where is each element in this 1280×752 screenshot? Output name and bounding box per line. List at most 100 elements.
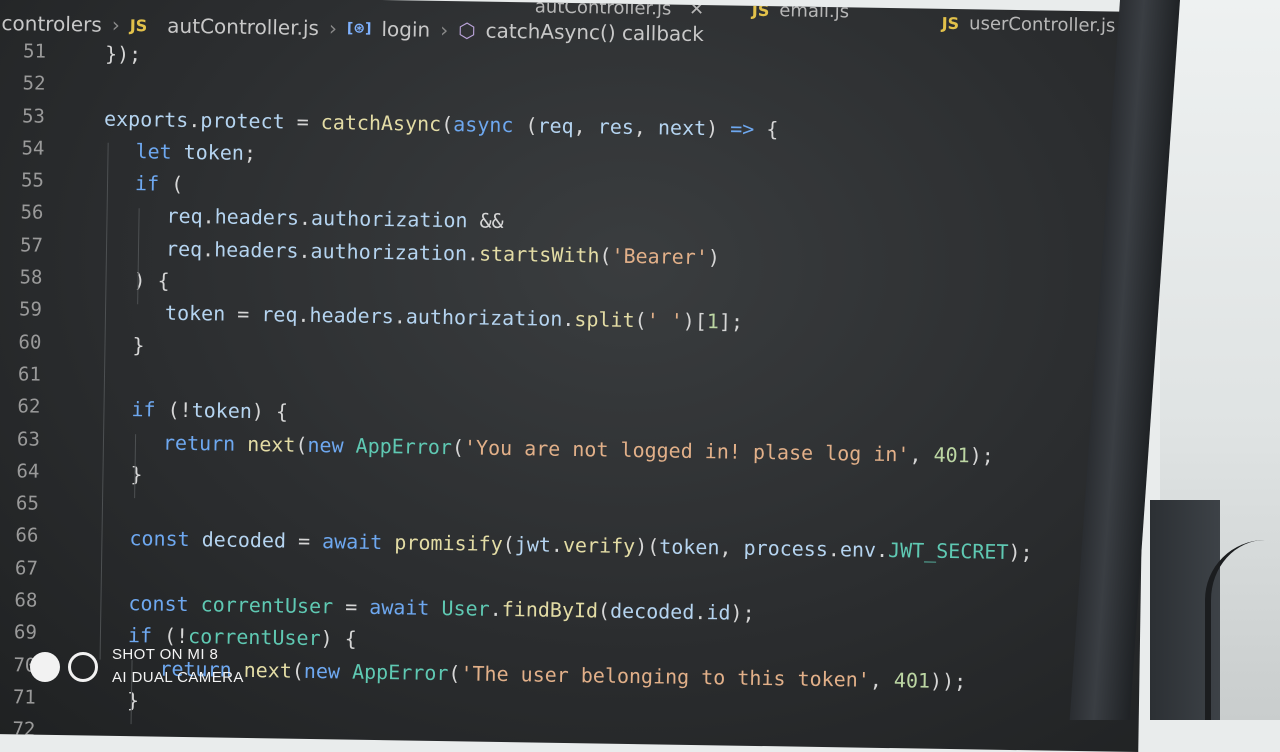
code-token: headers	[214, 237, 299, 263]
line-code: if (	[135, 171, 184, 196]
editor-screen: autController.js ✕ JS email.js JS userCont…	[0, 0, 1150, 752]
code-token: .	[202, 204, 215, 229]
code-token: AppError	[351, 659, 449, 685]
code-token: token	[183, 139, 245, 165]
code-token: User	[441, 596, 490, 621]
line-number: 53	[21, 104, 46, 128]
code-token: (!	[151, 623, 189, 649]
code-token: promisify	[394, 530, 503, 557]
code-token: ) {	[251, 399, 289, 424]
code-token: {	[754, 116, 779, 141]
watermark-line2: AI DUAL CAMERA	[112, 669, 244, 686]
code-token: )	[705, 115, 731, 141]
js-file-icon: JS	[751, 0, 770, 21]
code-token: headers	[309, 303, 394, 329]
code-token: jwt	[514, 532, 552, 558]
code-token: .	[393, 304, 407, 329]
js-file-icon: JS	[941, 13, 960, 34]
line-number: 68	[14, 589, 38, 612]
code-token: }	[126, 688, 140, 713]
code-token: return	[162, 430, 236, 456]
code-token: );	[1008, 540, 1033, 565]
code-token: next	[657, 114, 707, 140]
code-token: );	[969, 442, 994, 468]
code-token: if	[127, 623, 153, 648]
code-token: id	[706, 600, 731, 625]
chevron-right-icon: ›	[328, 16, 338, 41]
code-token: .	[201, 236, 215, 262]
code-token: ,	[573, 113, 598, 138]
code-token: findById	[501, 597, 599, 623]
code-token: token	[659, 534, 720, 560]
code-token: ));	[929, 668, 967, 693]
code-token: env	[839, 537, 877, 563]
code-token: .	[827, 537, 841, 562]
code-token: exports	[103, 106, 189, 132]
code-token: (	[513, 112, 538, 138]
code-token: 'The user belonging to this token'	[460, 660, 870, 692]
code-token: res	[597, 114, 635, 139]
code-token: .	[694, 600, 707, 625]
code-token: headers	[214, 204, 300, 231]
tab-email[interactable]: JS email.js	[752, 0, 850, 22]
code-token: decoded	[201, 527, 287, 554]
line-number: 57	[19, 234, 44, 257]
tab-usercontroller[interactable]: JS userController.js	[941, 13, 1116, 36]
code-token: (	[597, 598, 611, 623]
code-token: authorization	[405, 304, 563, 332]
breadcrumb-callback[interactable]: catchAsync() callback	[485, 19, 704, 46]
code-token: )[	[682, 309, 708, 334]
code-token: 401	[933, 442, 970, 467]
line-number: 69	[13, 621, 38, 645]
variable-icon: [⊛]	[346, 20, 372, 37]
code-token: protect	[200, 107, 285, 134]
code-token: .	[562, 307, 575, 332]
code-token: token	[164, 301, 226, 326]
code-token: async	[453, 111, 514, 137]
code-token: await	[369, 594, 430, 620]
code-token: (	[634, 308, 647, 333]
code-token: await	[321, 529, 383, 555]
code-token: ;	[243, 140, 257, 165]
code-token: verify	[562, 533, 636, 559]
code-token: 'Bearer'	[611, 243, 709, 269]
code-token: const	[129, 526, 190, 552]
code-token: .	[297, 303, 310, 328]
watermark-dot-icon	[30, 652, 60, 682]
breadcrumb-file[interactable]: autController.js	[167, 14, 319, 40]
code-token: decoded	[609, 598, 695, 625]
method-cube-icon: ⬡	[457, 18, 476, 43]
line-number: 71	[12, 686, 37, 709]
code-token: &&	[467, 208, 504, 234]
code-token: ' '	[646, 308, 683, 334]
code-token: startsWith	[478, 241, 600, 268]
code-token: process	[743, 536, 829, 562]
breadcrumb-symbol[interactable]: login	[381, 17, 430, 42]
code-token: (!	[155, 397, 192, 423]
code-token: .	[875, 538, 889, 563]
breadcrumb-folder[interactable]: controlers	[1, 11, 102, 37]
code-token: =	[332, 594, 370, 619]
code-token: ,	[633, 114, 659, 139]
code-token: (	[448, 660, 461, 685]
code-token: }	[130, 461, 143, 487]
code-token: AppError	[355, 433, 453, 459]
code-token: ,	[909, 441, 934, 467]
code-token: .	[466, 241, 480, 266]
line-number: 58	[19, 266, 43, 289]
line-number: 63	[16, 427, 41, 451]
code-token: .	[298, 238, 311, 263]
code-token: )	[707, 244, 721, 270]
code-token: authorization	[310, 238, 468, 266]
line-number: 60	[18, 331, 42, 354]
line-number: 72	[12, 718, 36, 741]
code-token: (	[502, 532, 515, 557]
code-token: catchAsync	[320, 109, 442, 136]
line-code: }	[130, 462, 142, 486]
